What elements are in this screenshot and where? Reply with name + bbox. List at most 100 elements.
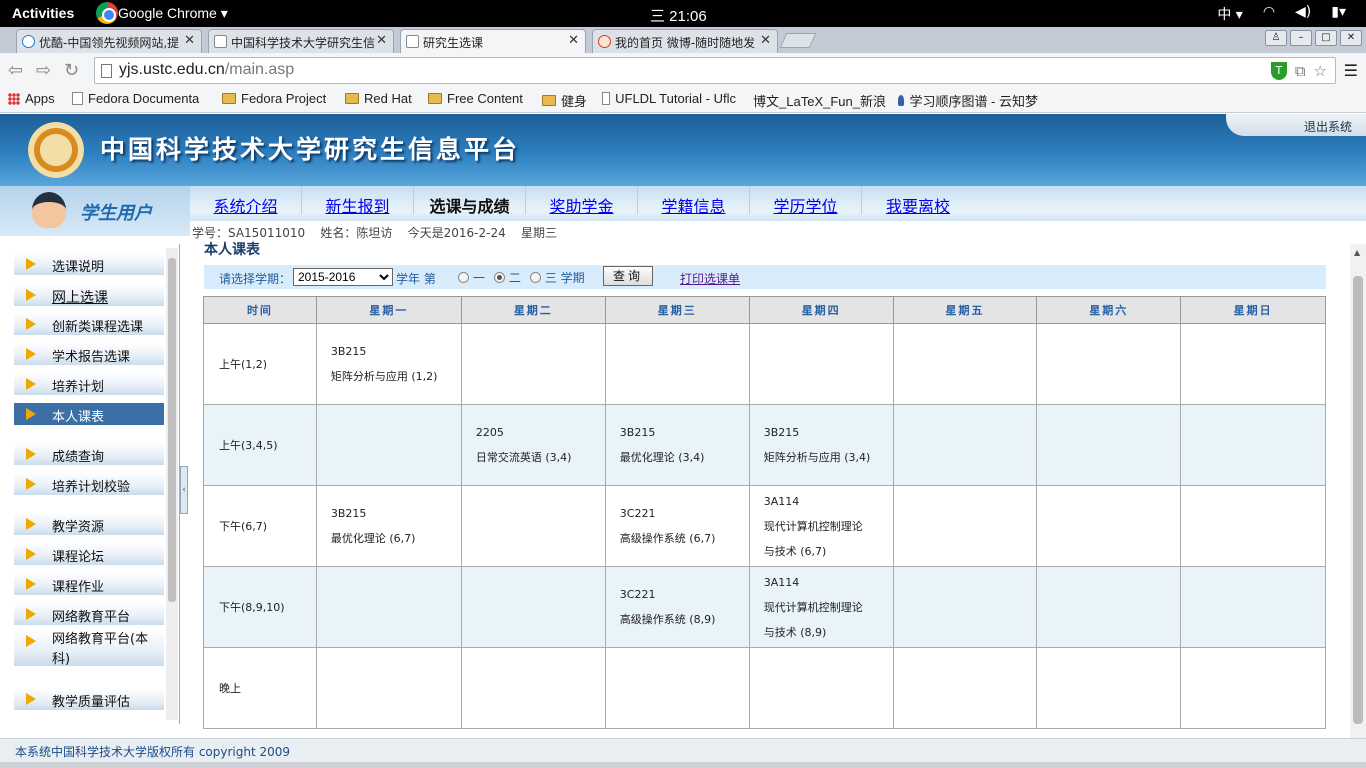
query-button[interactable]: 查询 — [603, 266, 653, 286]
activities-button[interactable]: Activities — [12, 5, 74, 21]
schedule-cell — [460, 566, 606, 648]
arrow-right-icon — [26, 348, 36, 360]
year-select[interactable]: 2015-2016 — [293, 268, 393, 286]
tab-label: 研究生选课 — [423, 36, 484, 50]
bookmark-fitness[interactable]: 健身 — [542, 91, 587, 110]
page-scrollbar[interactable]: ▲ — [1350, 244, 1366, 738]
tab-youku[interactable]: 优酷-中国领先视频网站,提 ✕ — [16, 29, 202, 53]
term-option-1[interactable]: 一 — [458, 269, 485, 286]
term-option-2[interactable]: 二 — [494, 269, 521, 286]
close-tab-icon[interactable]: ✕ — [184, 33, 195, 48]
bookmark-latex-fun[interactable]: 博文_LaTeX_Fun_新浪 — [748, 91, 886, 110]
close-tab-icon[interactable]: ✕ — [760, 33, 771, 48]
nav-system-intro[interactable]: 系统介绍 — [190, 186, 302, 216]
nav-scholarships[interactable]: 奖助学金 — [526, 186, 638, 216]
bookmark-learning-map[interactable]: 学习顺序图谱 - 云知梦 — [898, 91, 1038, 110]
volume-icon[interactable]: ◀) — [1295, 4, 1311, 24]
clock[interactable]: 三 21:06 — [650, 5, 707, 26]
sidebar-item-course-forum[interactable]: 课程论坛 — [14, 543, 164, 565]
sidebar-item-lecture-selection[interactable]: 学术报告选课 — [14, 343, 164, 365]
nav-courses-grades[interactable]: 选课与成绩 — [414, 186, 526, 216]
term-option-3[interactable]: 三 学期 — [530, 269, 585, 286]
arrow-right-icon — [26, 578, 36, 590]
bookmark-free-content[interactable]: Free Content — [428, 91, 523, 106]
tab-label: 我的首页 微博-随时随地发 — [615, 36, 756, 50]
maximize-button[interactable]: □ — [1315, 30, 1337, 46]
tab-label: 中国科学技术大学研究生信 — [231, 36, 376, 50]
radio-1[interactable] — [458, 272, 469, 283]
schedule-cell — [1180, 566, 1326, 648]
sidebar-item-grades[interactable]: 成绩查询 — [14, 443, 164, 465]
logout-link[interactable]: 退出系统 — [1226, 114, 1366, 136]
sidebar-item-teaching-resources[interactable]: 教学资源 — [14, 513, 164, 535]
scroll-up-icon[interactable]: ▲ — [1354, 248, 1360, 257]
sidebar-item-selection-guide[interactable]: 选课说明 — [14, 253, 164, 275]
profile-icon[interactable]: ♙ — [1265, 30, 1287, 46]
course-entry: 3B215 最优化理论 (6,7) — [330, 507, 416, 545]
sidebar-item-homework[interactable]: 课程作业 — [14, 573, 164, 595]
address-bar[interactable]: yjs.ustc.edu.cn/main.asp T ⧉ ☆ — [94, 57, 1336, 84]
arrow-right-icon — [26, 318, 36, 330]
tab-weibo[interactable]: 我的首页 微博-随时随地发 ✕ — [592, 29, 778, 53]
sidebar-item-training-plan[interactable]: 培养计划 — [14, 373, 164, 395]
minimize-button[interactable]: – — [1290, 30, 1312, 46]
course-entry: 3A114 现代计算机控制理论 与技术 (6,7) — [763, 494, 863, 558]
tab-ustc-info[interactable]: 中国科学技术大学研究生信 ✕ — [208, 29, 394, 53]
nav-enrollment-info[interactable]: 学籍信息 — [638, 186, 750, 216]
bookmark-apps[interactable]: Apps — [8, 91, 55, 106]
nav-new-student[interactable]: 新生报到 — [302, 186, 414, 216]
sidebar-item-teaching-evaluation[interactable]: 教学质量评估 — [14, 688, 164, 710]
course-entry: 3B215 矩阵分析与应用 (1,2) — [330, 345, 438, 383]
sidebar-item-my-schedule[interactable]: 本人课表 — [14, 403, 164, 425]
nav-leave-school[interactable]: 我要离校 — [862, 186, 974, 216]
chrome-menu-icon[interactable]: ☰ — [1344, 61, 1358, 80]
page-title: 本人课表 — [204, 242, 260, 258]
forward-icon[interactable]: ⇨ — [36, 60, 51, 81]
schedule-cell: 3C221 高级操作系统 (6,7) — [604, 485, 750, 567]
sidebar-item-online-education[interactable]: 网络教育平台 — [14, 603, 164, 625]
adblock-shield-icon[interactable]: T — [1270, 62, 1287, 80]
sidebar-item-innovation-courses[interactable]: 创新类课程选课 — [14, 313, 164, 335]
sidebar-item-online-education-undergrad[interactable]: 网络教育平台(本科) — [14, 630, 164, 667]
course-entry: 3C221 高级操作系统 (8,9) — [619, 588, 716, 626]
reload-icon[interactable]: ↻ — [64, 60, 79, 81]
schedule-cell: 3B215 最优化理论 (6,7) — [315, 485, 462, 567]
page-scroll-thumb[interactable] — [1353, 276, 1363, 724]
close-tab-icon[interactable]: ✕ — [568, 33, 579, 48]
battery-icon[interactable]: ▮▾ — [1331, 4, 1346, 24]
nav-degree[interactable]: 学历学位 — [750, 186, 862, 216]
url-text[interactable]: yjs.ustc.edu.cn/main.asp — [119, 61, 294, 79]
arrow-right-icon — [26, 478, 36, 490]
sidebar-item-online-selection[interactable]: 网上选课 — [14, 284, 164, 306]
back-icon[interactable]: ⇦ — [8, 60, 23, 81]
bookmark-fedora-docs[interactable]: Fedora Documenta — [72, 91, 212, 106]
bookmark-ufldl[interactable]: UFLDL Tutorial - Uflc — [602, 91, 736, 106]
close-tab-icon[interactable]: ✕ — [376, 33, 387, 48]
sidebar-scrollbar[interactable] — [166, 248, 178, 720]
sidebar-scroll-thumb[interactable] — [168, 258, 176, 602]
app-menu[interactable]: Google Chrome ▾ — [118, 5, 228, 22]
radio-3[interactable] — [530, 272, 541, 283]
tab-course-selection[interactable]: 研究生选课 ✕ — [400, 29, 586, 53]
tab-strip: 优酷-中国领先视频网站,提 ✕ 中国科学技术大学研究生信 ✕ 研究生选课 ✕ 我… — [0, 27, 1366, 53]
course-entry: 3B215 矩阵分析与应用 (3,4) — [763, 426, 871, 464]
sidebar-item-plan-check[interactable]: 培养计划校验 — [14, 473, 164, 495]
input-method-indicator[interactable]: 中 ▾ — [1217, 4, 1242, 24]
close-window-button[interactable]: ✕ — [1340, 30, 1362, 46]
sidebar-collapse-handle[interactable]: ‹ — [180, 466, 188, 514]
new-tab-button[interactable] — [779, 33, 817, 48]
time-slot-label: 晚上 — [203, 647, 317, 729]
radio-2[interactable] — [494, 272, 505, 283]
bookmark-red-hat[interactable]: Red Hat — [345, 91, 412, 106]
site-header: 中国科学技术大学研究生信息平台 退出系统 — [0, 114, 1366, 186]
term-selector-bar: 请选择学期： 2015-2016 学年 第 一 二 三 学期 查询 打印选课单 — [204, 265, 1326, 289]
user-role-label: 学生用户 — [80, 203, 152, 224]
print-selection-link[interactable]: 打印选课单 — [680, 270, 740, 287]
bookmark-star-icon[interactable]: ☆ — [1314, 62, 1327, 80]
schedule-cell — [1036, 566, 1182, 648]
page-info-icon[interactable] — [101, 64, 112, 78]
wifi-icon[interactable]: ◠ — [1263, 4, 1275, 24]
translate-icon[interactable]: ⧉ — [1295, 62, 1306, 80]
bookmark-fedora-project[interactable]: Fedora Project — [222, 91, 326, 106]
course-entry: 3B215 最优化理论 (3,4) — [619, 426, 705, 464]
